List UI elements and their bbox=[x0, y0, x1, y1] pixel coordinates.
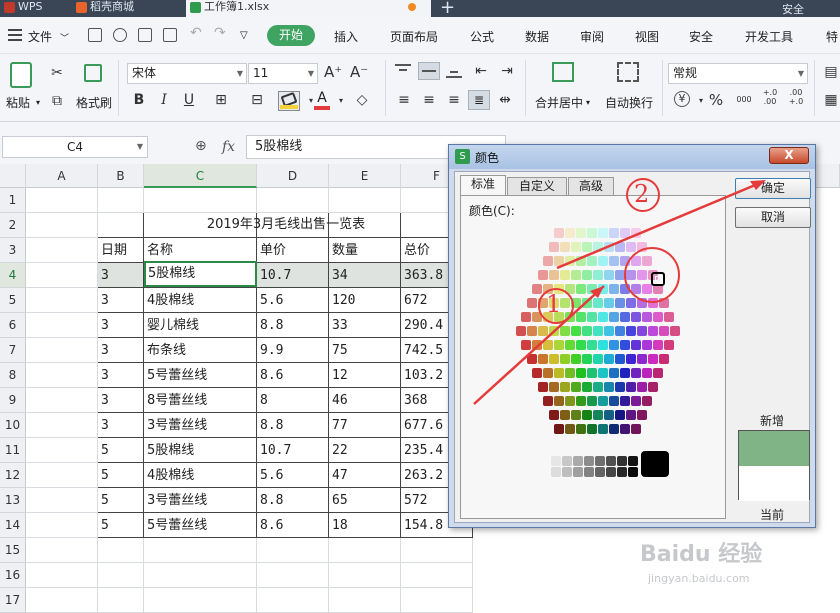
baidu-watermark: Baidu 经验 bbox=[640, 542, 763, 567]
annotation-number-2: 2 bbox=[634, 180, 650, 208]
annotation-circle-selection bbox=[624, 247, 680, 303]
annotation-number-1: 1 bbox=[546, 290, 562, 318]
baidu-watermark-url: jingyan.baidu.com bbox=[648, 572, 750, 585]
annotation-overlay bbox=[473, 180, 766, 405]
